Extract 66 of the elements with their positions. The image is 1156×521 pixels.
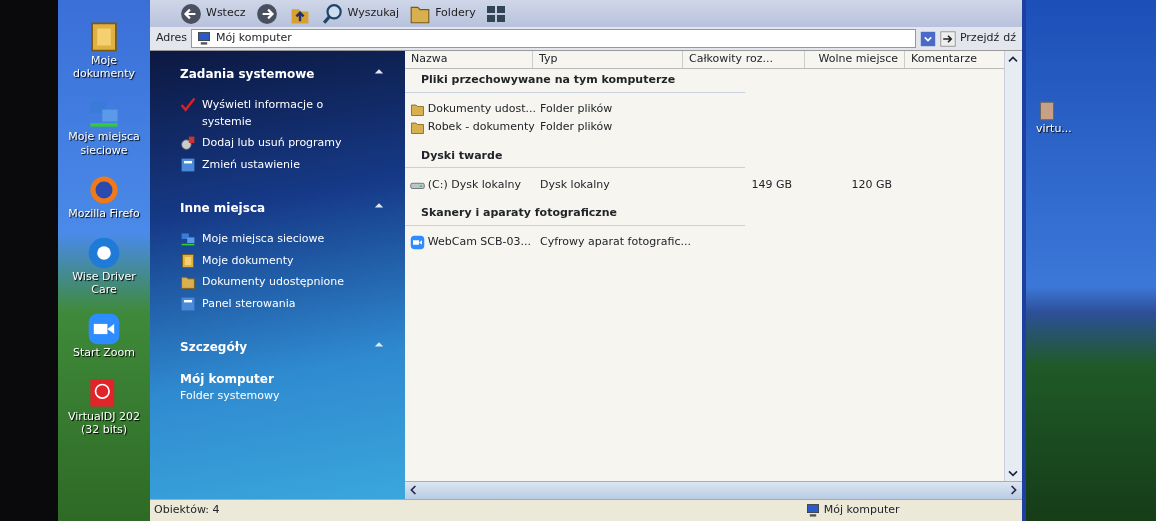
folder-icon [410, 120, 425, 135]
task-link[interactable]: Moje dokumenty [202, 252, 294, 269]
table-cell: Folder plików [540, 119, 613, 136]
task-link[interactable]: Panel sterowania [202, 295, 296, 312]
table-cell-text: Dysk lokalny [540, 176, 610, 193]
network-icon[interactable] [180, 231, 196, 247]
vertical-scrollbar[interactable] [1004, 51, 1022, 481]
desktop-icon-label[interactable]: virtu... [1036, 122, 1072, 136]
folder-icon [410, 102, 425, 117]
item-name[interactable]: WebCam SCB-03... [427, 234, 532, 251]
panel-title[interactable]: Zadania systemowe [180, 65, 315, 83]
column-header[interactable]: Typ [533, 51, 683, 68]
desktop-icon-label[interactable]: VirtualDJ 202 (32 bits) [59, 409, 149, 436]
folder-icon[interactable] [180, 274, 196, 290]
address-label: Adres [156, 30, 188, 47]
group-header: Pliki przechowywane na tym komputerze [405, 69, 745, 93]
group-header: Dyski twarde [405, 144, 745, 168]
computer-icon [805, 502, 821, 519]
item-name[interactable]: Dokumenty udost... [427, 101, 536, 118]
partial-text: dź [1003, 30, 1016, 47]
horizontal-scrollbar[interactable] [405, 481, 1022, 499]
task-link[interactable]: Wyświetl informacje o systemie [202, 97, 352, 130]
task-link[interactable]: Zmień ustawienie [202, 156, 300, 173]
views-button[interactable] [485, 3, 506, 24]
status-location: Mój komputer [823, 502, 900, 519]
forward-button[interactable] [255, 2, 278, 25]
desktop-icon-label[interactable]: Moje miejsca sieciowe [59, 130, 149, 157]
task-link[interactable]: Dodaj lub usuń programy [202, 135, 342, 152]
task-link[interactable]: Moje miejsca sieciowe [202, 231, 325, 248]
panel-title[interactable]: Inne miejsca [180, 199, 266, 217]
task-link[interactable]: Dokumenty udostępnione [202, 274, 344, 291]
search-button[interactable]: Wyszukaj [321, 2, 400, 25]
back-button[interactable]: Wstecz [180, 2, 246, 25]
address-value: Mój komputer [216, 30, 292, 47]
dropdown-button[interactable] [919, 30, 936, 47]
table-cell: Cyfrowy aparat fotografic... [540, 234, 691, 251]
table-cell: Folder plików [540, 101, 613, 118]
folders-button[interactable]: Foldery [409, 2, 476, 25]
disc-icon[interactable] [180, 135, 196, 151]
column-header[interactable]: Całkowity roz... [683, 51, 805, 68]
table-cell-text: 120 GB [851, 176, 892, 193]
gear-icon[interactable] [87, 235, 121, 270]
search-icon [321, 2, 344, 25]
panel-title[interactable]: Szczegóły [180, 338, 247, 356]
status-text: Obiektów: 4 [153, 502, 221, 519]
column-header[interactable]: Nazwa [405, 51, 533, 68]
address-field[interactable]: Mój komputer [191, 29, 916, 48]
go-button[interactable]: Przejdź [939, 30, 1000, 47]
desktop-icon-label[interactable]: Wise Driver Care [59, 269, 149, 297]
desktop-icon-label[interactable]: Start Zoom [72, 346, 136, 360]
details-type: Folder systemowy [180, 388, 281, 404]
group-header: Skanery i aparaty fotograficzne [405, 202, 745, 226]
item-name[interactable]: Robek - dokumenty [427, 119, 535, 136]
video-camera-icon[interactable] [87, 312, 121, 347]
desktop-icon-label[interactable]: Mozilla Firefo [68, 206, 140, 220]
video-camera-icon [410, 235, 425, 250]
desktop-icon-label[interactable]: Moje dokumenty [59, 54, 149, 81]
column-header[interactable]: Wolne miejsce [805, 51, 905, 68]
table-cell-text: 149 GB [751, 176, 792, 193]
computer-icon [196, 30, 213, 47]
details-name: Mój komputer [180, 371, 275, 388]
checkmark-icon[interactable] [180, 97, 196, 113]
item-name[interactable]: (C:) Dysk lokalny [427, 176, 522, 194]
document-icon[interactable] [180, 252, 196, 269]
control-panel-icon[interactable] [180, 156, 196, 173]
control-panel-icon[interactable] [180, 295, 196, 312]
